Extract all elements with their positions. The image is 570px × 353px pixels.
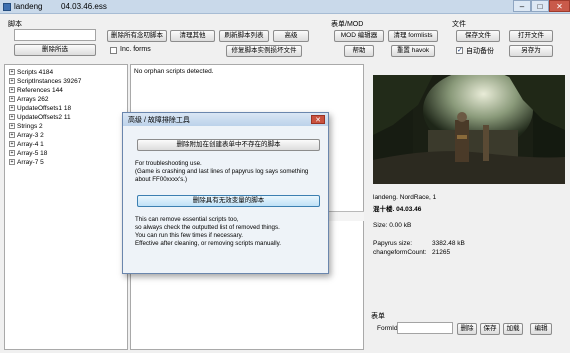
close-icon[interactable]: ✕ [549, 0, 570, 12]
script-search-input[interactable] [14, 29, 96, 41]
tree-item[interactable]: + Scripts 4184 [9, 69, 53, 77]
edit-form-button[interactable]: 编辑 [530, 323, 552, 335]
save-location: 混十楼. 04.03.46 [373, 206, 422, 213]
save-screenshot-image [373, 75, 565, 184]
expand-icon[interactable]: + [9, 69, 15, 76]
forms-section-label: 表单/MOD [331, 21, 364, 28]
expand-icon[interactable]: + [9, 159, 15, 166]
output-message: No orphan scripts detected. [134, 68, 214, 75]
tree-item[interactable]: + Array-4 1 [9, 141, 44, 149]
expand-icon[interactable]: + [9, 105, 15, 112]
dialog-close-icon[interactable]: ✕ [311, 115, 325, 124]
formid-input[interactable] [397, 322, 453, 334]
auto-backup-checkbox[interactable] [456, 46, 463, 54]
warning-text-4: Effective after cleaning, or removing sc… [135, 240, 281, 247]
delete-unattached-button[interactable]: 删除所有念叨脚本 [107, 30, 167, 42]
warning-text-3: You can run this few times if necessary. [135, 232, 243, 239]
reset-havok-button[interactable]: 重置 havok [391, 45, 435, 57]
auto-backup-label: 自动备份 [466, 48, 494, 55]
expand-icon[interactable]: + [9, 150, 15, 157]
expand-icon[interactable]: + [9, 123, 15, 130]
load-form-button[interactable]: 加载 [503, 323, 523, 335]
clean-formlists-button[interactable]: 清理 formlists [388, 30, 438, 42]
file-name: 04.03.46.ess [61, 2, 107, 11]
tree-item[interactable]: + References 144 [9, 87, 63, 95]
app-icon [3, 3, 11, 11]
save-form-button[interactable]: 保存 [480, 323, 500, 335]
troubleshoot-text-3: about FF00xxxx's.) [135, 176, 188, 183]
dialog-title-bar[interactable]: 高级 / 故障排除工具 ✕ [123, 113, 328, 126]
scripts-section-label: 脚本 [8, 21, 22, 28]
expand-icon[interactable]: + [9, 78, 15, 85]
tree-item[interactable]: + Array-5 18 [9, 150, 47, 158]
tree-item[interactable]: + Arrays 262 [9, 96, 48, 104]
troubleshoot-text-1: For troubleshooting use. [135, 160, 202, 167]
fix-script-instances-button[interactable]: 修复脚本实例损坏文件 [226, 45, 302, 57]
advanced-button[interactable]: 高级 [273, 30, 309, 42]
open-file-button[interactable]: 打开文件 [509, 30, 553, 42]
formid-label: FormId [377, 325, 398, 332]
save-as-button[interactable]: 另存为 [509, 45, 553, 57]
tree-item[interactable]: + ScriptInstances 39267 [9, 78, 81, 86]
expand-icon[interactable]: + [9, 141, 15, 148]
record-tree[interactable]: + Scripts 4184 + ScriptInstances 39267 + Re… [4, 64, 128, 350]
character-name: landeng. NordRace, 1 [373, 194, 437, 201]
changeform-count-label: changeformCount: [373, 249, 427, 256]
warning-text-2: so always check the outputted list of re… [135, 224, 280, 231]
remove-invalid-variable-scripts-button[interactable]: 删除具有无效变量的脚本 [137, 195, 320, 207]
warning-text-1: This can remove essential scripts too, [135, 216, 239, 223]
minimize-icon[interactable]: – [513, 0, 531, 12]
title-bar: landeng 04.03.46.ess – □ ✕ [0, 0, 570, 14]
remove-missing-scripts-button[interactable]: 删除附加在创建表单中不存在的脚本 [137, 139, 320, 151]
dialog-title: 高级 / 故障排除工具 [128, 117, 190, 124]
save-screenshot [373, 75, 565, 184]
delete-form-button[interactable]: 删除 [457, 323, 477, 335]
mod-editor-button[interactable]: MOD 编辑器 [334, 30, 384, 42]
help-button[interactable]: 帮助 [344, 45, 374, 57]
tree-item[interactable]: + Array-7 5 [9, 159, 44, 167]
inc-forms-checkbox[interactable] [110, 47, 117, 54]
clean-other-button[interactable]: 清理其他 [170, 30, 215, 42]
save-file-button[interactable]: 保存文件 [456, 30, 500, 42]
delete-selected-button[interactable]: 删除所选 [14, 44, 96, 56]
refresh-list-button[interactable]: 刷新脚本列表 [219, 30, 269, 42]
tree-item[interactable]: + Array-3 2 [9, 132, 44, 140]
troubleshooting-dialog: 高级 / 故障排除工具 ✕ 删除附加在创建表单中不存在的脚本 For troub… [122, 112, 329, 274]
form-section-label: 表单 [371, 313, 385, 320]
expand-icon[interactable]: + [9, 132, 15, 139]
tree-item[interactable]: + Strings 2 [9, 123, 43, 131]
papyrus-size-label: Papyrus size: [373, 240, 413, 247]
troubleshoot-text-2: (Game is crashing and last lines of papy… [135, 168, 309, 175]
tree-item[interactable]: + UpdateOffsets1 18 [9, 105, 71, 113]
app-name: landeng [14, 2, 43, 11]
maximize-icon[interactable]: □ [531, 0, 549, 12]
tree-item[interactable]: + UpdateOffsets2 11 [9, 114, 71, 122]
changeform-count-value: 21265 [432, 249, 451, 256]
expand-icon[interactable]: + [9, 96, 15, 103]
inc-forms-label: Inc. forms [120, 46, 151, 53]
papyrus-size-value: 3382.48 kB [432, 240, 465, 247]
file-section-label: 文件 [452, 21, 466, 28]
expand-icon[interactable]: + [9, 114, 15, 121]
expand-icon[interactable]: + [9, 87, 15, 94]
save-size: Size: 0.00 kB [373, 222, 412, 229]
